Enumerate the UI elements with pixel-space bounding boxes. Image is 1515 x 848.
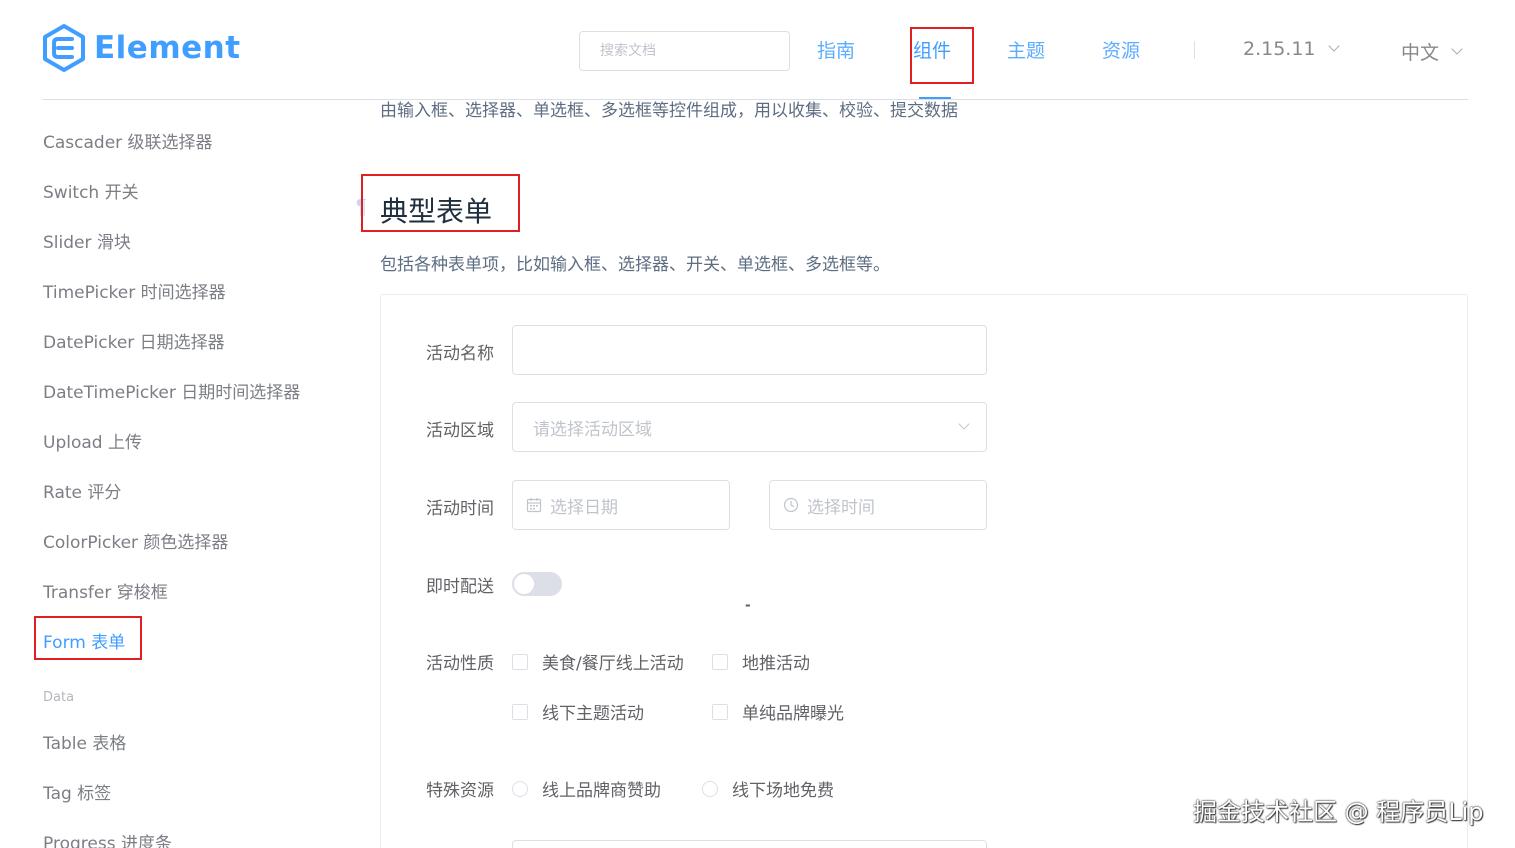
time-picker[interactable]: 选择时间 [769, 480, 987, 530]
sidebar-item-slider[interactable]: Slider 滑块 [43, 228, 131, 253]
checkbox-box [512, 653, 528, 670]
chevron-down-icon [1451, 42, 1463, 55]
region-label: 活动区域 [426, 421, 494, 441]
radio-circle [702, 780, 718, 797]
element-logo[interactable]: Element [42, 24, 241, 72]
search-input[interactable] [579, 31, 790, 71]
highlight-section-title [361, 174, 520, 232]
sidebar-item-cascader[interactable]: Cascader 级联选择器 [43, 128, 213, 153]
checkbox-label: 地推活动 [742, 654, 810, 674]
top-header: Element 指南 组件 主题 资源 2.15.11 中文 [0, 0, 1515, 100]
version-label: 2.15.11 [1243, 38, 1316, 60]
radio-venue[interactable]: 线下场地免费 [702, 776, 834, 801]
region-placeholder: 请选择活动区域 [533, 419, 652, 440]
radio-label: 线下场地免费 [732, 781, 834, 801]
nav-resource[interactable]: 资源 [1102, 36, 1140, 63]
radio-label: 线上品牌商赞助 [542, 781, 661, 801]
checkbox-box [512, 703, 528, 720]
watermark: 掘金技术社区 @ 程序员Lip [1193, 798, 1484, 826]
time-label: 活动时间 [426, 499, 494, 519]
chevron-down-icon [1327, 40, 1340, 52]
sidebar-item-rate[interactable]: Rate 评分 [43, 478, 121, 503]
next-form-field[interactable] [512, 840, 987, 848]
checkbox-brand[interactable]: 单纯品牌曝光 [712, 699, 844, 724]
brand-name: Element [94, 30, 241, 66]
checkbox-box [712, 653, 728, 670]
checkbox-label: 单纯品牌曝光 [742, 704, 844, 724]
element-logo-icon [43, 24, 85, 72]
checkbox-offline[interactable]: 线下主题活动 [512, 699, 644, 724]
checkbox-food[interactable]: 美食/餐厅线上活动 [512, 649, 684, 674]
language-label: 中文 [1401, 42, 1440, 64]
checkbox-ground[interactable]: 地推活动 [712, 649, 810, 674]
range-separator: - [745, 595, 751, 614]
checkbox-box [712, 703, 728, 720]
sidebar-item-timepicker[interactable]: TimePicker 时间选择器 [43, 278, 226, 303]
resource-label: 特殊资源 [426, 781, 494, 801]
sidebar-item-table[interactable]: Table 表格 [43, 729, 126, 754]
checkbox-label: 美食/餐厅线上活动 [542, 654, 684, 674]
time-placeholder: 选择时间 [807, 497, 875, 518]
sidebar-item-progress[interactable]: Progress 进度条 [43, 829, 172, 848]
date-placeholder: 选择日期 [550, 497, 618, 518]
radio-circle [512, 780, 528, 797]
calendar-icon [526, 497, 542, 513]
delivery-switch[interactable] [512, 572, 562, 596]
language-dropdown[interactable]: 中文 [1401, 38, 1463, 65]
sidebar-item-tag[interactable]: Tag 标签 [43, 779, 111, 804]
highlight-sidebar-form [34, 616, 142, 660]
clock-icon [783, 497, 799, 513]
main-content: 由输入框、选择器、单选框、多选框等控件组成，用以收集、校验、提交数据 ¶ 典型表… [356, 100, 1470, 848]
sidebar-item-upload[interactable]: Upload 上传 [43, 428, 142, 453]
sidebar-item-datetimepicker[interactable]: DateTimePicker 日期时间选择器 [43, 378, 300, 403]
delivery-label: 即时配送 [426, 577, 494, 597]
nav-guide[interactable]: 指南 [817, 36, 855, 63]
demo-block: 活动名称 活动区域 请选择活动区域 活动时间 选择日期 - 选择时间 即时配送 … [380, 294, 1468, 848]
highlight-nav-component [910, 27, 974, 84]
nav-divider [1194, 41, 1195, 59]
sidebar-item-switch[interactable]: Switch 开关 [43, 178, 139, 203]
radio-sponsor[interactable]: 线上品牌商赞助 [512, 776, 661, 801]
component-intro: 由输入框、选择器、单选框、多选框等控件组成，用以收集、校验、提交数据 [380, 101, 958, 121]
section-description: 包括各种表单项，比如输入框、选择器、开关、单选框、多选框等。 [380, 255, 890, 275]
sidebar-item-transfer[interactable]: Transfer 穿梭框 [43, 578, 168, 603]
sidebar: Cascader 级联选择器 Switch 开关 Slider 滑块 TimeP… [42, 100, 342, 848]
region-select[interactable]: 请选择活动区域 [512, 402, 987, 452]
activity-name-input[interactable] [512, 325, 987, 375]
nav-theme[interactable]: 主题 [1007, 36, 1045, 63]
date-picker[interactable]: 选择日期 [512, 480, 730, 530]
switch-knob [514, 574, 534, 594]
version-dropdown[interactable]: 2.15.11 [1243, 38, 1340, 60]
chevron-down-icon [958, 418, 970, 430]
sidebar-group-data: Data [43, 690, 75, 705]
name-label: 活动名称 [426, 344, 494, 364]
sidebar-item-colorpicker[interactable]: ColorPicker 颜色选择器 [43, 528, 228, 553]
sidebar-item-datepicker[interactable]: DatePicker 日期选择器 [43, 328, 225, 353]
checkbox-label: 线下主题活动 [542, 704, 644, 724]
type-label: 活动性质 [426, 654, 494, 674]
